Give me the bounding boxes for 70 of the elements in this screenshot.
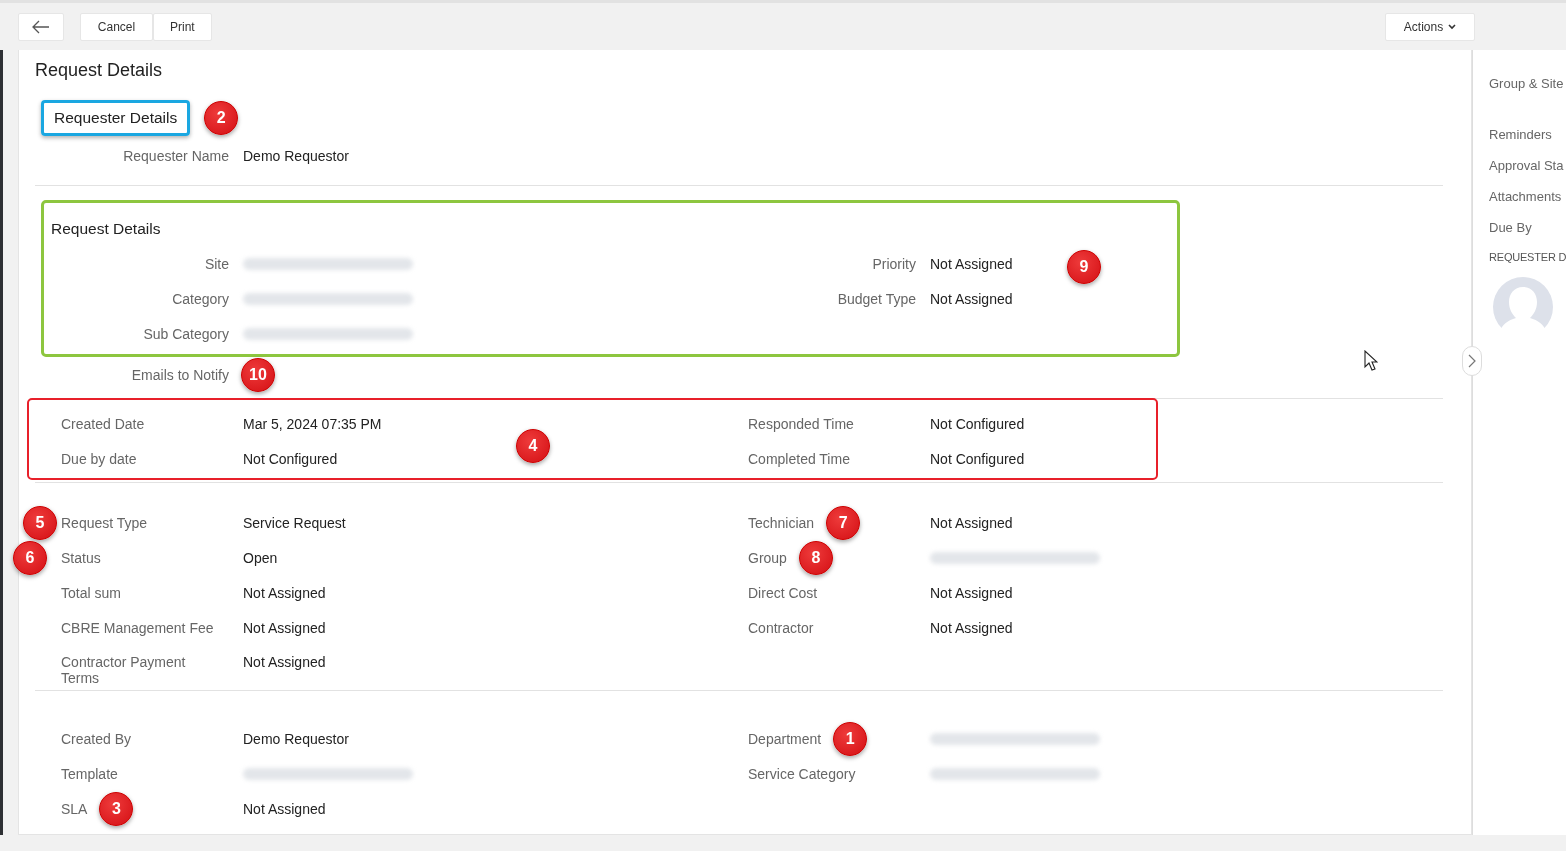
field-label: Template	[61, 765, 118, 782]
field-label: Category	[172, 290, 229, 307]
field-value: Not Assigned	[243, 654, 326, 670]
mouse-cursor-icon	[1364, 350, 1378, 371]
number-marker: 2	[204, 101, 239, 135]
number-marker: 9	[1067, 250, 1101, 284]
side-heading: REQUESTER D	[1489, 251, 1566, 263]
side-nav-item[interactable]: Approval Sta	[1489, 158, 1564, 173]
number-marker: 10	[241, 357, 275, 392]
side-nav-item[interactable]: Group & Site	[1489, 76, 1564, 91]
toolbar-button[interactable]: Cancel	[80, 12, 153, 41]
number-marker: 7	[826, 505, 861, 540]
field-value: Not Configured	[243, 450, 338, 467]
field-label: Budget Type	[837, 290, 916, 307]
field-label: Responded Time	[748, 415, 854, 432]
side-nav-item[interactable]: Reminders	[1489, 127, 1552, 142]
field-value: Service Request	[243, 514, 346, 531]
field-label: Due by date	[61, 450, 137, 467]
field-value: Demo Requestor	[243, 730, 349, 747]
field-value: Mar 5, 2024 07:35 PM	[243, 415, 382, 432]
page-title: Request Details	[35, 60, 164, 82]
field-label: Group	[748, 549, 787, 566]
chevron-right-icon	[1468, 354, 1476, 368]
avatar-icon	[1493, 277, 1553, 337]
field-label: Total sum	[61, 584, 121, 601]
field-label: Status	[61, 549, 101, 566]
field-label: Emails to Notify	[131, 366, 229, 383]
actions-button[interactable]: Actions	[1385, 12, 1475, 41]
field-value: Not Assigned	[930, 619, 1013, 636]
field-value: Not Assigned	[930, 255, 1013, 272]
number-marker: 4	[516, 429, 550, 463]
field-value: Not Assigned	[930, 584, 1013, 601]
field-label: Department	[748, 730, 822, 747]
back-arrow-icon	[32, 19, 50, 34]
field-label: Completed Time	[748, 450, 850, 467]
field-value: Not Assigned	[243, 800, 326, 817]
field-label: Created Date	[61, 415, 145, 432]
field-value: Not Assigned	[930, 290, 1013, 307]
side-nav-item[interactable]: Due By	[1489, 220, 1532, 235]
field-value: Not Assigned	[243, 619, 326, 636]
field-value: Not Configured	[930, 450, 1025, 467]
field-value: Not Assigned	[930, 514, 1013, 531]
field-value: Not Assigned	[243, 584, 326, 601]
back-button[interactable]	[18, 12, 64, 41]
number-marker: 3	[99, 791, 134, 826]
toolbar-button[interactable]: Print	[153, 12, 212, 41]
field-label: Request Type	[61, 514, 148, 531]
field-label: Contractor Payment Terms	[61, 654, 187, 686]
field-label: Service Category	[748, 765, 856, 782]
chevron-down-icon	[1448, 23, 1457, 30]
number-marker: 5	[23, 505, 57, 540]
field-label: SLA	[61, 800, 88, 817]
field-value: Demo Requestor	[243, 147, 349, 164]
field-label: Site	[204, 255, 229, 272]
field-label: Priority	[872, 255, 916, 272]
field-value: Not Configured	[930, 415, 1025, 432]
field-value: Open	[243, 549, 278, 566]
field-label: Requester Name	[123, 147, 229, 164]
number-marker: 8	[798, 540, 833, 575]
number-marker: 6	[13, 540, 47, 575]
section-heading: Requester Details	[41, 100, 191, 136]
field-label: Created By	[61, 730, 132, 747]
number-marker: 1	[833, 721, 868, 756]
field-label: Technician	[748, 514, 815, 531]
field-label: Direct Cost	[748, 584, 818, 601]
section-heading: Request Details	[50, 219, 162, 239]
side-nav-item[interactable]: Attachments	[1489, 189, 1562, 204]
field-label: Sub Category	[143, 325, 229, 342]
field-label: Contractor	[748, 619, 814, 636]
field-label: CBRE Management Fee	[61, 619, 214, 636]
